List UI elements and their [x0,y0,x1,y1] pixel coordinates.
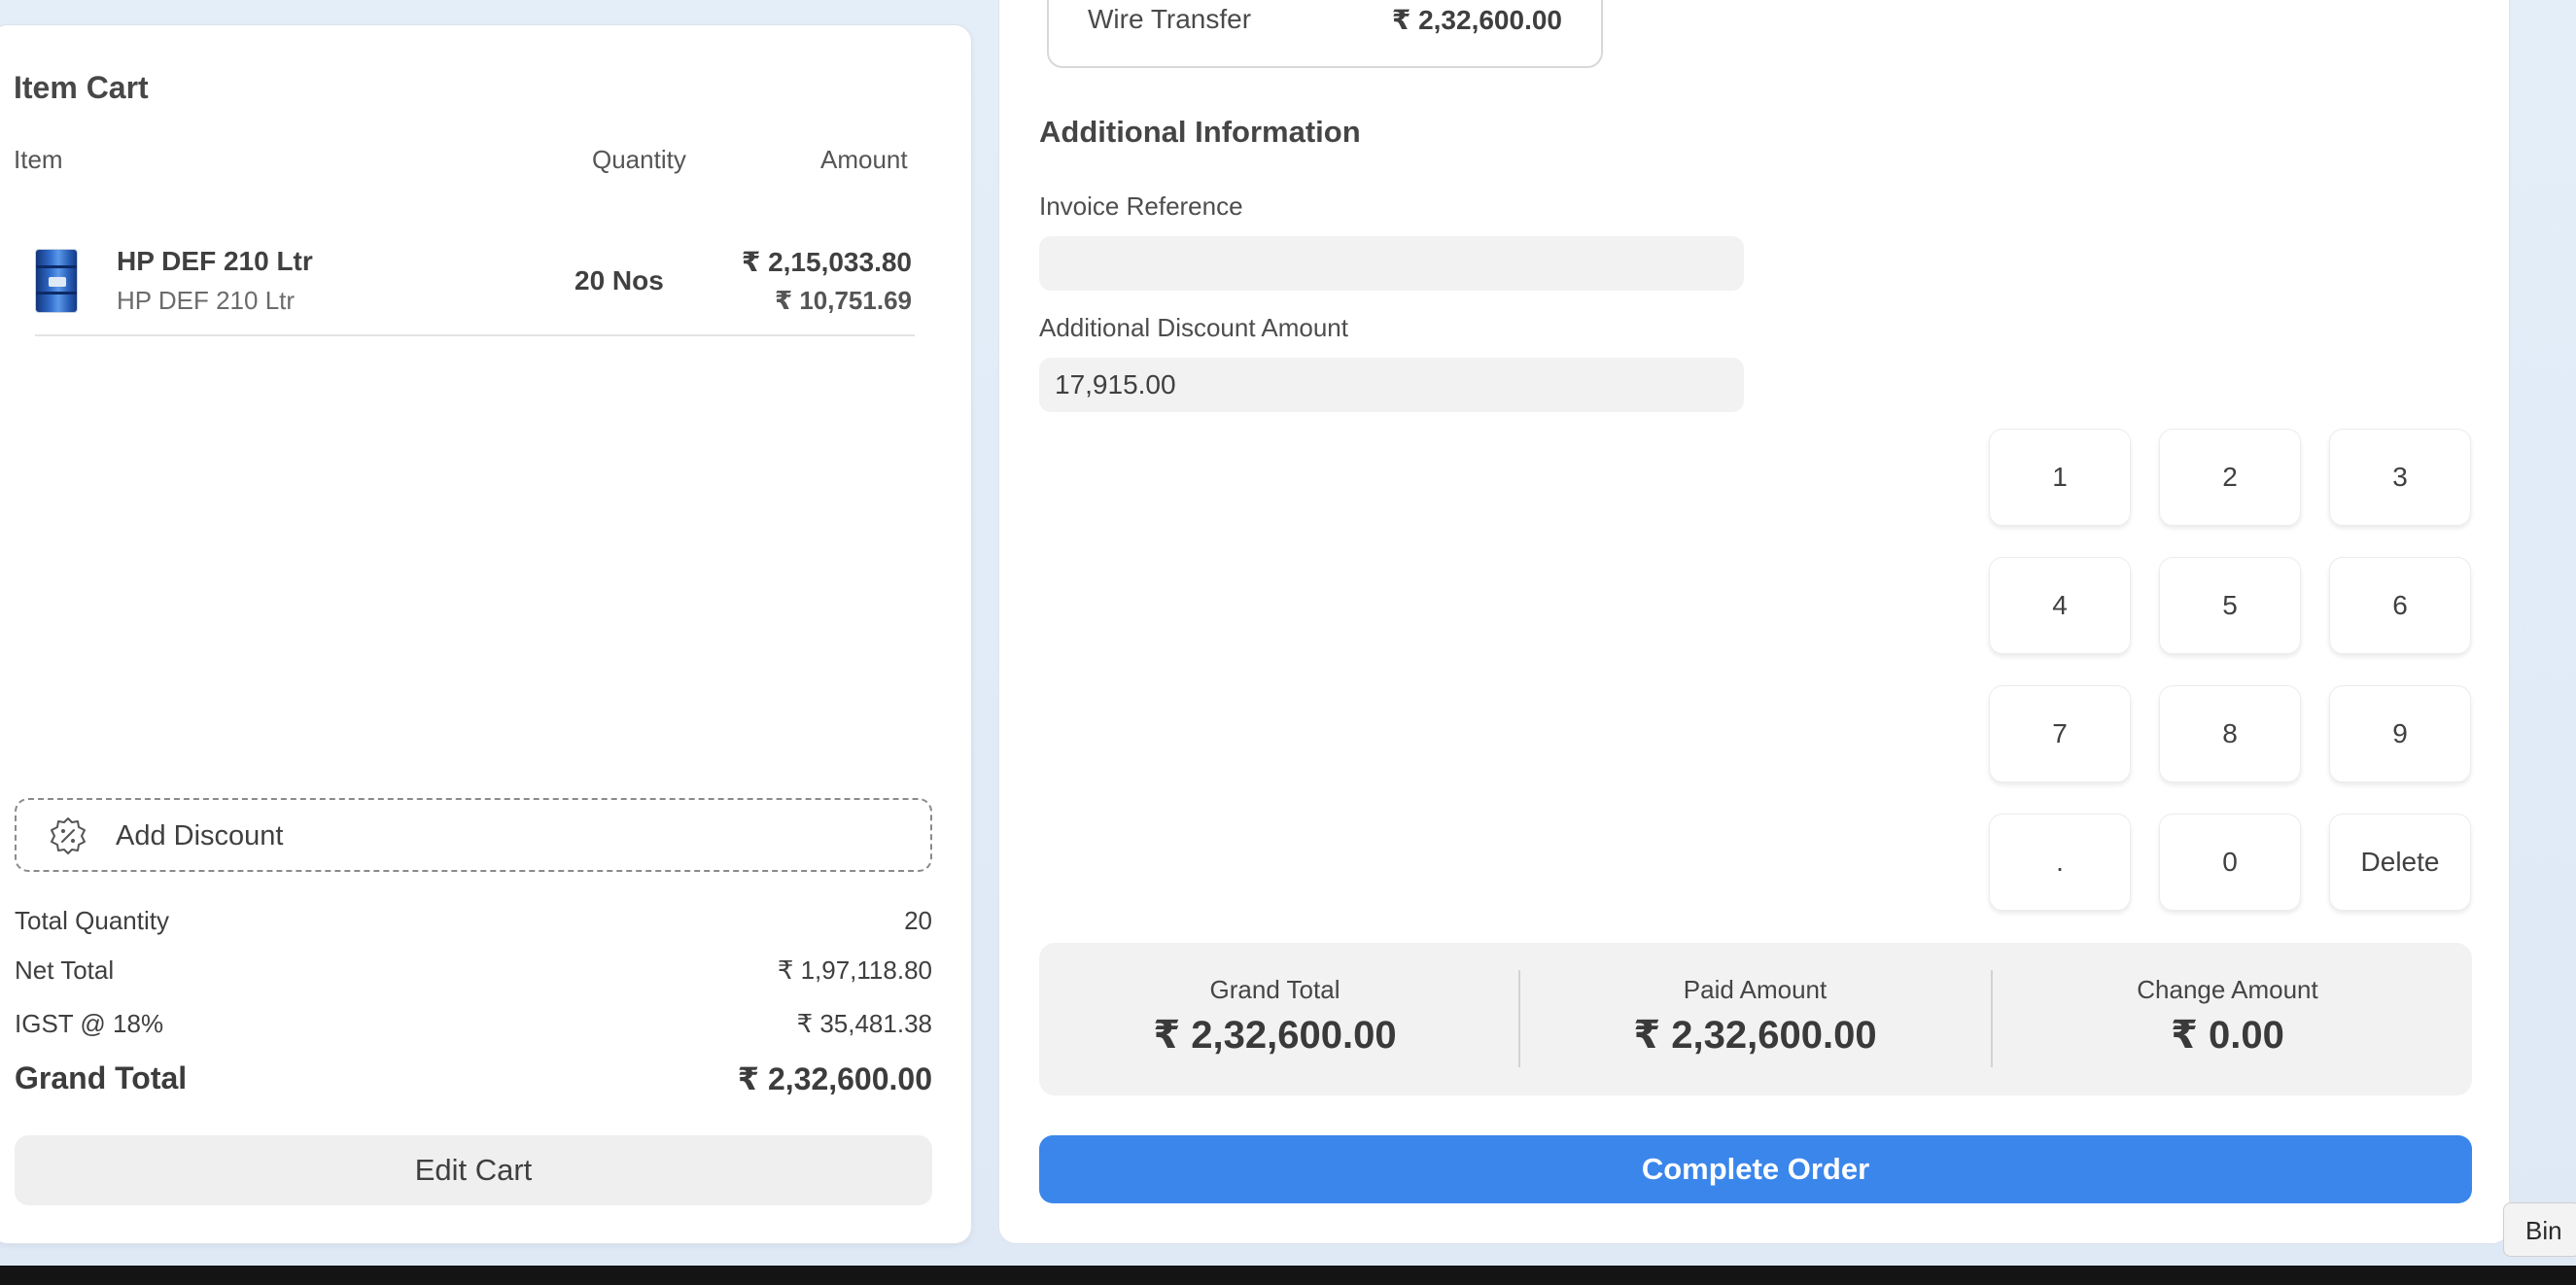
summary-grand-total-label: Grand Total [1209,975,1340,1004]
net-total-value: ₹ 1,97,118.80 [777,955,932,985]
invoice-reference-input[interactable] [1039,236,1744,291]
column-header-amount: Amount [820,145,908,174]
complete-order-button[interactable]: Complete Order [1039,1135,2472,1203]
keypad-key-6[interactable]: 6 [2329,557,2471,654]
keypad-key-4[interactable]: 4 [1989,557,2131,654]
keypad-key-7[interactable]: 7 [1989,685,2131,782]
item-subtitle: HP DEF 210 Ltr [117,286,296,315]
grand-total-row: Grand Total ₹ 2,32,600.00 [15,1060,932,1096]
keypad-key-5[interactable]: 5 [2159,557,2301,654]
payment-method-amount: ₹ 2,32,600.00 [1391,5,1562,35]
grand-total-value: ₹ 2,32,600.00 [737,1061,932,1096]
net-total-row: Net Total ₹ 1,97,118.80 [15,955,932,986]
payment-method-name: Wire Transfer [1088,4,1252,34]
edit-cart-button[interactable]: Edit Cart [15,1135,932,1205]
item-image [35,249,78,313]
keypad-key-delete[interactable]: Delete [2329,814,2471,911]
summary-grand-total-value: ₹ 2,32,600.00 [1153,1014,1397,1057]
additional-discount-input[interactable] [1039,358,1744,412]
keypad-key-2[interactable]: 2 [2159,429,2301,526]
tax-label: IGST @ 18% [15,1009,164,1038]
grand-total-label: Grand Total [15,1060,188,1095]
column-header-quantity: Quantity [592,145,686,174]
tax-row: IGST @ 18% ₹ 35,481.38 [15,1009,932,1039]
tooltip: Bin [2503,1202,2576,1257]
cart-title: Item Cart [14,70,149,105]
keypad-key-1[interactable]: 1 [1989,429,2131,526]
item-name: HP DEF 210 Ltr [117,246,313,276]
tax-value: ₹ 35,481.38 [796,1009,932,1038]
change-amount-summary: Change Amount ₹ 0.00 [1992,943,2463,1095]
summary-paid-amount-label: Paid Amount [1683,975,1828,1004]
payment-method-card[interactable]: Wire Transfer ₹ 2,32,600.00 [1047,0,1603,68]
summary-change-amount-value: ₹ 0.00 [2171,1014,2284,1057]
item-amount: ₹ 2,15,033.80 [741,247,912,277]
additional-information-title: Additional Information [1039,115,1361,149]
keypad-key-9[interactable]: 9 [2329,685,2471,782]
keypad-key-3[interactable]: 3 [2329,429,2471,526]
paid-amount-summary: Paid Amount ₹ 2,32,600.00 [1519,943,1991,1095]
keypad-key-8[interactable]: 8 [2159,685,2301,782]
grand-total-summary: Grand Total ₹ 2,32,600.00 [1039,943,1511,1095]
additional-discount-label: Additional Discount Amount [1039,313,1348,342]
invoice-reference-label: Invoice Reference [1039,191,1243,221]
summary-change-amount-label: Change Amount [2137,975,2318,1004]
total-quantity-value: 20 [904,906,932,935]
payment-totals-summary: Grand Total ₹ 2,32,600.00 Paid Amount ₹ … [1039,943,2472,1095]
add-discount-button[interactable]: Add Discount [15,798,932,872]
item-rate: ₹ 10,751.69 [775,286,912,315]
add-discount-label: Add Discount [116,820,284,851]
column-header-item: Item [14,145,63,174]
keypad-key-decimal[interactable]: . [1989,814,2131,911]
total-quantity-row: Total Quantity 20 [15,906,932,936]
cart-item-row[interactable]: HP DEF 210 Ltr HP DEF 210 Ltr 20 Nos ₹ 2… [35,220,915,336]
discount-badge-icon [51,817,86,854]
keypad-key-0[interactable]: 0 [2159,814,2301,911]
item-cart-panel: Item Cart Item Quantity Amount HP DEF 21… [0,24,972,1244]
total-quantity-label: Total Quantity [15,906,169,935]
summary-paid-amount-value: ₹ 2,32,600.00 [1633,1014,1877,1057]
item-quantity: 20 Nos [574,265,664,295]
taskbar [0,1266,2576,1285]
net-total-label: Net Total [15,955,115,985]
